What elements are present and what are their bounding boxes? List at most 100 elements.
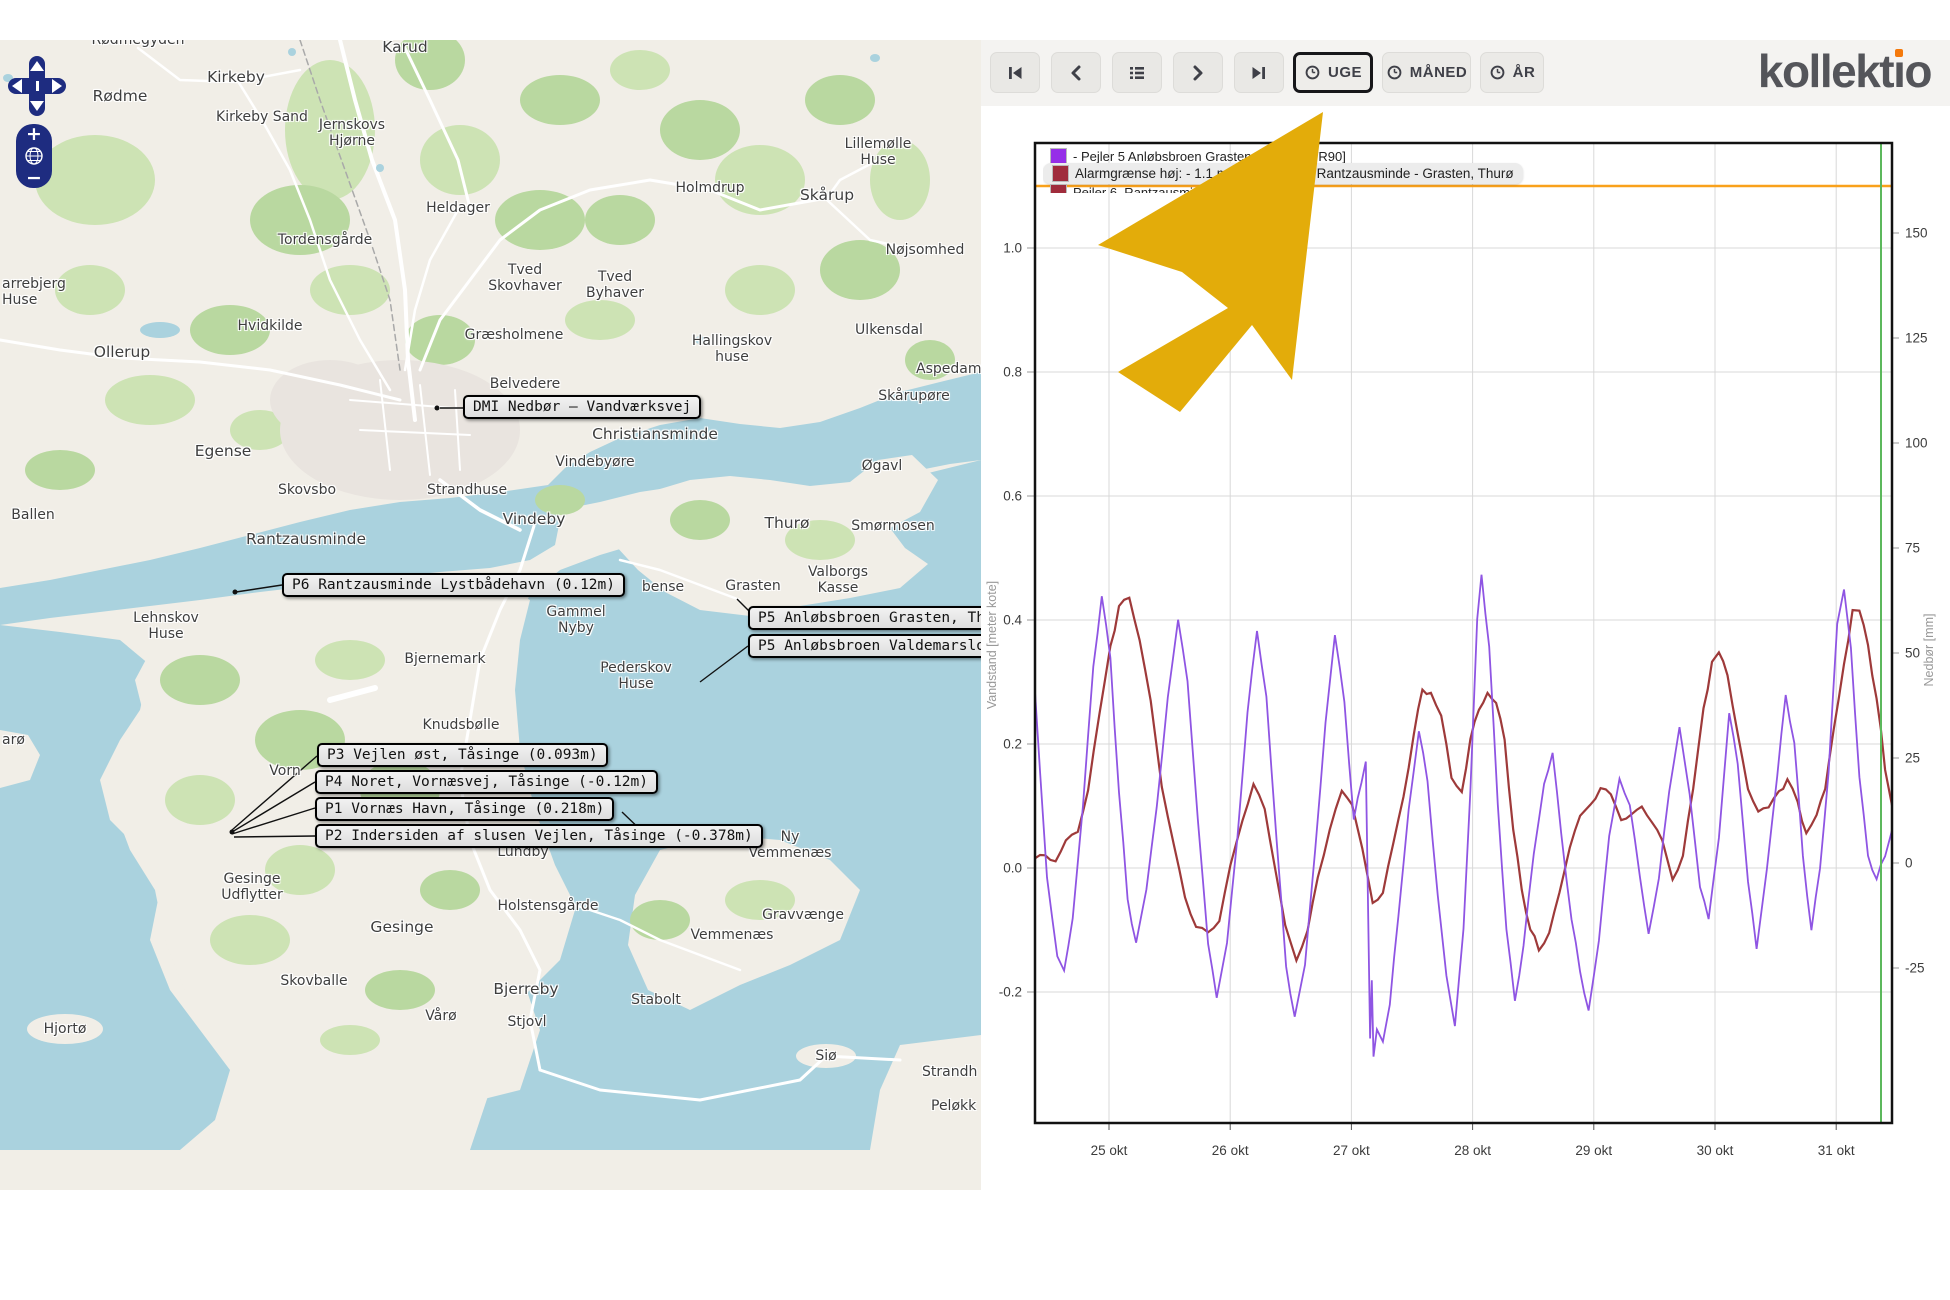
- y-axis-title: Vandstand [meter kote]: [985, 581, 999, 709]
- x-tick-label: 29 okt: [1575, 1143, 1612, 1158]
- x-tick-label: 26 okt: [1212, 1143, 1249, 1158]
- place-label: Valborgs Kasse: [808, 564, 868, 596]
- y2-tick-label: -25: [1905, 961, 1925, 976]
- place-label: Siø: [815, 1048, 836, 1064]
- place-label: Peløkk: [931, 1098, 976, 1114]
- station-tooltip[interactable]: DMI Nedbør – Vandværksvej: [463, 395, 701, 419]
- legend-item-pejler6[interactable]: Pejler 6, Rantzausminde: [1050, 184, 1215, 193]
- place-label: Belvedere: [490, 376, 561, 392]
- place-label: Græsholmene: [465, 327, 564, 343]
- place-label: Vorn: [269, 763, 300, 779]
- place-label: Skovballe: [280, 973, 347, 989]
- place-label: Pederskov Huse: [600, 660, 672, 692]
- place-label: Rødmegyden: [92, 40, 185, 48]
- legend-swatch-red2: [1050, 184, 1067, 193]
- station-tooltip[interactable]: P3 Vejlen øst, Tåsinge (0.093m): [317, 743, 608, 767]
- map[interactable]: RødmegydenKirkebyRødmeKirkeby SandJernsk…: [0, 40, 981, 1190]
- station-tooltip[interactable]: P6 Rantzausminde Lystbådehavn (0.12m): [282, 573, 625, 597]
- legend-label: Pejler 6, Rantzausminde: [1073, 185, 1215, 193]
- map-labels: RødmegydenKirkebyRødmeKirkeby SandJernsk…: [0, 40, 981, 1190]
- place-label: Øgavl: [862, 458, 903, 474]
- legend-label: - Pejler 5 Anløbsbroen Grasten, Thurø [D…: [1073, 149, 1346, 164]
- place-label: Christiansminde: [592, 426, 718, 444]
- place-label: Rødme: [93, 88, 148, 106]
- globe-icon[interactable]: [24, 146, 44, 166]
- place-label: Tved Skovhaver: [488, 262, 561, 294]
- chart-legend: - Pejler 5 Anløbsbroen Grasten, Thurø [D…: [1043, 146, 1563, 193]
- place-label: Vårø: [425, 1008, 456, 1024]
- place-label: Knudsbølle: [423, 717, 500, 733]
- place-label: Grasten: [725, 578, 780, 594]
- place-label: Tved Byhaver: [586, 269, 644, 301]
- pan-left-icon[interactable]: [12, 79, 22, 93]
- place-label: Rantzausminde: [246, 531, 366, 549]
- y2-tick-label: 150: [1905, 226, 1928, 241]
- chart-plot[interactable]: [1035, 143, 1892, 1123]
- place-label: Stabolt: [631, 992, 681, 1008]
- place-label: Aspedam: [916, 361, 981, 377]
- place-label: Karud: [382, 40, 427, 57]
- place-label: Gravvænge: [762, 907, 844, 923]
- place-label: Strandh: [922, 1064, 977, 1080]
- y2-tick-label: 25: [1905, 751, 1920, 766]
- place-label: Ballen: [11, 507, 54, 523]
- station-tooltip[interactable]: P1 Vornæs Havn, Tåsinge (0.218m): [315, 797, 614, 821]
- map-zoom-control[interactable]: + −: [16, 124, 52, 188]
- place-label: Strandhuse: [427, 482, 507, 498]
- place-label: Jernskovs Hjørne: [319, 117, 385, 149]
- place-label: Smørmosen: [851, 518, 935, 534]
- y-tick-label: 0.4: [1003, 613, 1022, 628]
- place-label: Heldager: [426, 200, 490, 216]
- y-tick-label: 0.0: [1003, 861, 1022, 876]
- y-tick-label: -0.2: [999, 985, 1022, 1000]
- legend-swatch-red: [1052, 165, 1069, 182]
- place-label: Stjovl: [507, 1014, 546, 1030]
- station-tooltip[interactable]: P5 Anløbsbroen Grasten, Thurø: [748, 606, 981, 630]
- x-tick-label: 25 okt: [1091, 1143, 1128, 1158]
- y-tick-label: 1.0: [1003, 241, 1022, 256]
- pan-down-icon[interactable]: [30, 101, 44, 111]
- alarm-tooltip: Alarmgrænse høj: - 1.1 meter - Pejler 6,…: [1043, 163, 1523, 184]
- pan-right-icon[interactable]: [52, 79, 62, 93]
- place-label: Nøjsomhed: [886, 242, 965, 258]
- y2-tick-label: 75: [1905, 541, 1920, 556]
- place-label: Hallingskov huse: [692, 333, 772, 365]
- y2-axis-title: Nedbør [mm]: [1922, 614, 1936, 687]
- y2-tick-label: 100: [1905, 436, 1928, 451]
- pan-up-icon[interactable]: [30, 61, 44, 71]
- place-label: Gammel Nyby: [546, 604, 605, 636]
- place-label: arrebjerg Huse: [2, 276, 66, 308]
- y-tick-label: 0.2: [1003, 737, 1022, 752]
- place-label: Bjerreby: [493, 981, 558, 999]
- place-label: Vemmenæs: [691, 927, 774, 943]
- place-label: Hjortø: [44, 1021, 87, 1037]
- place-label: Vindeby: [503, 511, 566, 529]
- place-label: Skårupøre: [878, 388, 949, 404]
- y2-tick-label: 125: [1905, 331, 1928, 346]
- station-tooltip[interactable]: P5 Anløbsbroen Valdemarslot: [748, 634, 981, 658]
- station-tooltip[interactable]: P2 Indersiden af slusen Vejlen, Tåsinge …: [315, 824, 763, 848]
- place-label: Skovsbo: [278, 482, 336, 498]
- x-tick-label: 28 okt: [1454, 1143, 1491, 1158]
- x-tick-label: 27 okt: [1333, 1143, 1370, 1158]
- zoom-in-button[interactable]: +: [26, 127, 42, 141]
- app-window: RødmegydenKirkebyRødmeKirkeby SandJernsk…: [0, 0, 1950, 1300]
- y-tick-label: 0.8: [1003, 365, 1022, 380]
- place-label: Kirkeby: [207, 69, 265, 87]
- place-label: Lillemølle Huse: [845, 136, 912, 168]
- pan-center-mark: [36, 81, 39, 91]
- place-label: Egense: [195, 443, 252, 461]
- station-tooltip[interactable]: P4 Noret, Vornæsvej, Tåsinge (-0.12m): [315, 770, 658, 794]
- place-label: arø: [2, 732, 25, 748]
- map-pan-control[interactable]: [8, 56, 66, 116]
- place-label: Lehnskov Huse: [133, 610, 199, 642]
- place-label: Vindebyøre: [555, 454, 634, 470]
- x-tick-label: 31 okt: [1818, 1143, 1855, 1158]
- place-label: Holmdrup: [675, 180, 744, 196]
- place-label: Gesinge Udflytter: [221, 871, 283, 903]
- place-label: bense: [642, 579, 684, 595]
- zoom-out-button[interactable]: −: [26, 171, 42, 185]
- place-label: Tordensgårde: [278, 232, 372, 248]
- chart[interactable]: 25 okt26 okt27 okt28 okt29 okt30 okt31 o…: [981, 0, 1950, 1300]
- y2-tick-label: 0: [1905, 856, 1913, 871]
